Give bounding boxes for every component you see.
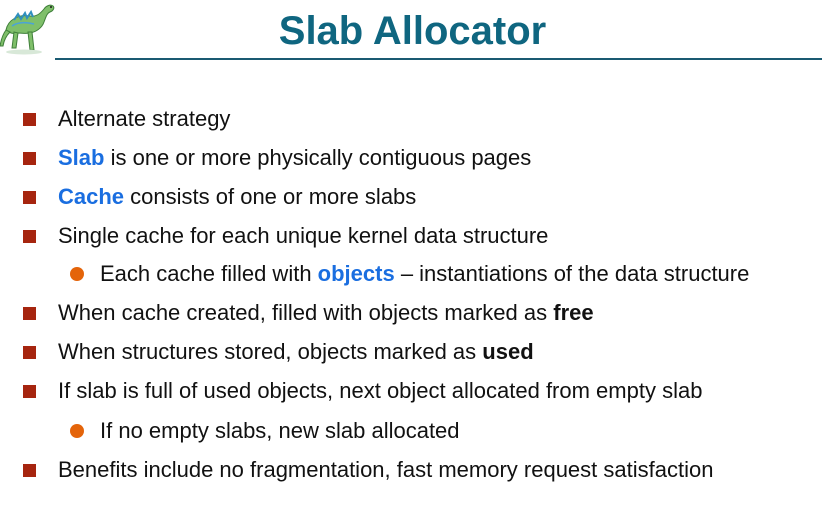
- bullet-text: Cache consists of one or more slabs: [58, 182, 416, 212]
- bullet-text-part: When cache created, filled with objects …: [58, 300, 554, 325]
- bullet-text-part: – instantiations of the data structure: [394, 261, 750, 286]
- keyword-objects: objects: [317, 261, 395, 286]
- bullet-text-part: is one or more physically contiguous pag…: [104, 145, 532, 170]
- bullet-text-part: Single cache for each unique kernel data…: [58, 223, 549, 248]
- bullet-text-part: Benefits include no fragmentation, fast …: [58, 457, 714, 482]
- keyword-used: used: [482, 339, 534, 364]
- bullet-text: Each cache filled with objects – instant…: [100, 259, 749, 289]
- keyword-slab: Slab: [58, 145, 105, 170]
- square-bullet-icon: [23, 191, 36, 204]
- square-bullet-icon: [23, 152, 36, 165]
- round-bullet-icon: [70, 267, 84, 281]
- round-bullet-icon: [70, 424, 84, 438]
- bullet-text-part: If no empty slabs, new slab allocated: [100, 418, 460, 443]
- bullet-list: Alternate strategy Slab is one or more p…: [0, 0, 825, 519]
- bullet-text: Alternate strategy: [58, 104, 230, 134]
- bullet-text-part: When structures stored, objects marked a…: [58, 339, 483, 364]
- bullet-text-part: Alternate strategy: [58, 106, 231, 131]
- square-bullet-icon: [23, 230, 36, 243]
- square-bullet-icon: [23, 464, 36, 477]
- bullet-text-part: consists of one or more slabs: [124, 184, 417, 209]
- bullet-text: When structures stored, objects marked a…: [58, 337, 534, 367]
- square-bullet-icon: [23, 346, 36, 359]
- keyword-free: free: [553, 300, 594, 325]
- bullet-text: If no empty slabs, new slab allocated: [100, 416, 460, 446]
- bullet-text: Slab is one or more physically contiguou…: [58, 143, 531, 173]
- square-bullet-icon: [23, 113, 36, 126]
- square-bullet-icon: [23, 385, 36, 398]
- keyword-cache: Cache: [58, 184, 125, 209]
- bullet-text-part: If slab is full of used objects, next ob…: [58, 378, 703, 403]
- bullet-text: If slab is full of used objects, next ob…: [58, 376, 702, 406]
- bullet-text: When cache created, filled with objects …: [58, 298, 594, 328]
- bullet-text-part: Each cache filled with: [100, 261, 318, 286]
- bullet-text: Benefits include no fragmentation, fast …: [58, 455, 713, 485]
- square-bullet-icon: [23, 307, 36, 320]
- bullet-text: Single cache for each unique kernel data…: [58, 221, 548, 251]
